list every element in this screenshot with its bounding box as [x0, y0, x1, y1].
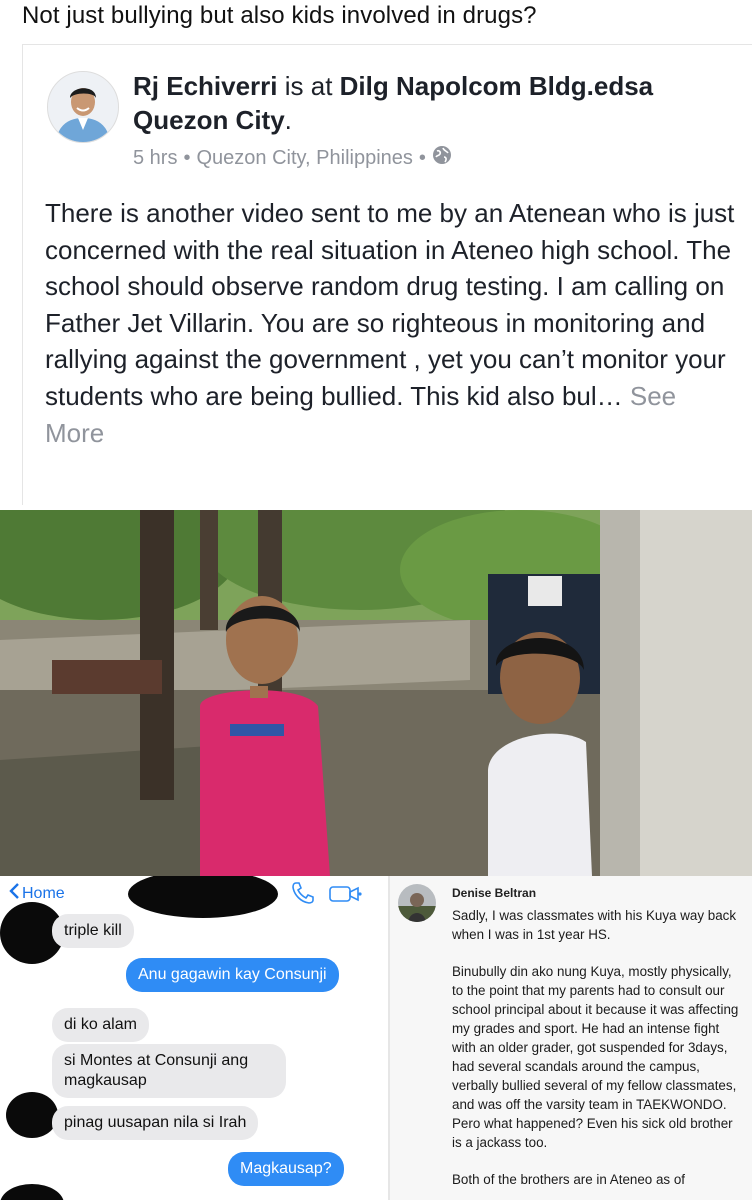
redaction-blot [128, 876, 278, 918]
meta-separator: • [418, 146, 426, 169]
meta-separator: • [183, 146, 191, 169]
screenshot-collage: Home triple kill Anu gagawin kay Consunj… [0, 876, 752, 1200]
message-received: di ko alam [52, 1008, 149, 1042]
post-caption: Not just bullying but also kids involved… [22, 2, 537, 29]
author-avatar[interactable] [47, 71, 119, 143]
post-meta: 5 hrs • Quezon City, Philippines • [133, 145, 452, 171]
post-body: There is another video sent to me by an … [45, 195, 735, 451]
message-received: triple kill [52, 914, 134, 948]
message-sent: Magkausap? [228, 1152, 344, 1186]
commenter-name[interactable]: Denise Beltran [452, 886, 536, 900]
redacted-avatar [0, 1184, 64, 1200]
comment-screenshot: Denise Beltran Sadly, I was classmates w… [388, 876, 752, 1200]
post-time[interactable]: 5 hrs [133, 147, 177, 170]
message-received: pinag uusapan nila si Irah [52, 1106, 259, 1140]
checkin-connector: is at [277, 71, 340, 101]
chevron-left-icon [8, 882, 20, 905]
commenter-avatar[interactable] [398, 884, 436, 922]
globe-icon [432, 145, 452, 171]
message-sent: Anu gagawin kay Consunji [126, 958, 339, 992]
video-thumbnail[interactable] [0, 510, 752, 876]
comment-paragraph: Binubully din ako nung Kuya, mostly phys… [452, 964, 739, 1150]
comment-paragraph: Both of the brothers are in Ateneo as of [452, 1172, 686, 1187]
author-name[interactable]: Rj Echiverri [133, 71, 278, 101]
back-label: Home [22, 884, 65, 902]
post-city[interactable]: Quezon City, Philippines [196, 147, 412, 170]
boy-white-shirt [488, 632, 592, 876]
header-period: . [284, 105, 292, 135]
phone-icon[interactable] [290, 880, 316, 911]
facebook-post-card: Rj Echiverri is at Dilg Napolcom Bldg.ed… [22, 44, 752, 505]
message-received: si Montes at Consunji ang magkausap [52, 1044, 286, 1098]
comment-text: Sadly, I was classmates with his Kuya wa… [452, 906, 742, 1200]
comment-paragraph: Sadly, I was classmates with his Kuya wa… [452, 908, 737, 942]
messenger-screenshot: Home triple kill Anu gagawin kay Consunj… [0, 876, 388, 1200]
video-camera-icon[interactable] [328, 884, 362, 909]
redacted-avatar [6, 1092, 58, 1138]
post-text: There is another video sent to me by an … [45, 198, 735, 411]
post-header: Rj Echiverri is at Dilg Napolcom Bldg.ed… [133, 69, 733, 137]
